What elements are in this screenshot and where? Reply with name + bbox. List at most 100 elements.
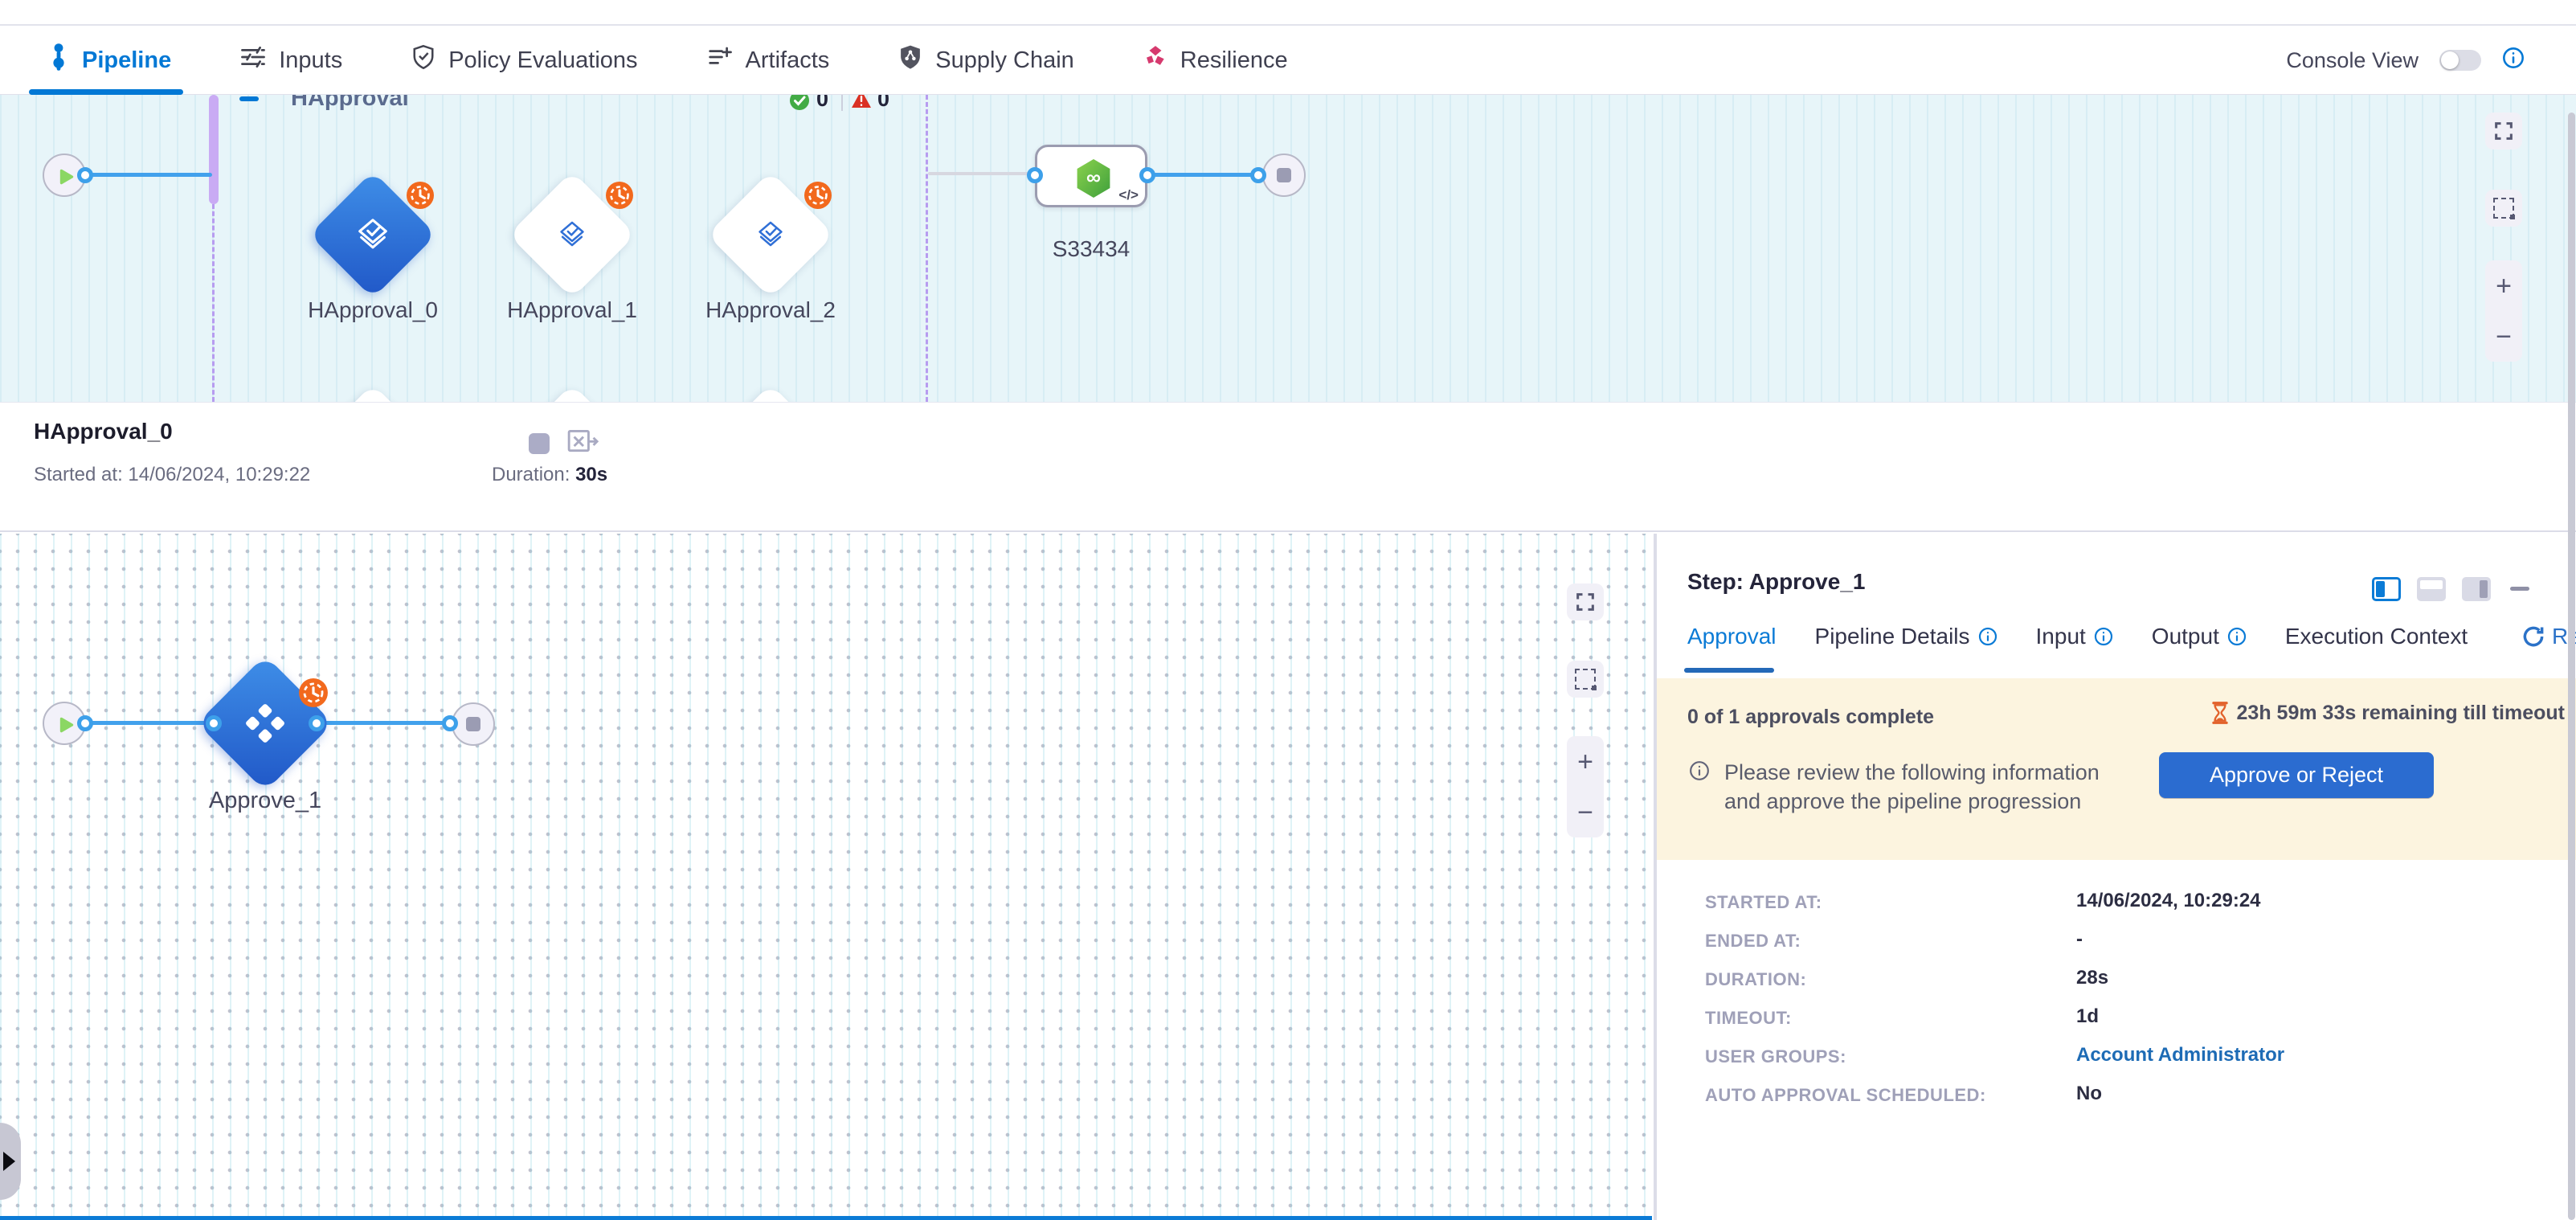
shield-nodes-icon (898, 43, 922, 77)
timeout-clock-badge (803, 181, 832, 214)
tab-approval[interactable]: Approval (1687, 624, 1777, 649)
stage-summary-strip: HApproval_0 Started at: 14/06/2024, 10:2… (0, 402, 2576, 532)
marquee-select-button[interactable] (1567, 661, 1604, 698)
expand-panel-handle[interactable] (0, 1123, 21, 1200)
port (77, 167, 93, 183)
error-count: 0 (877, 95, 889, 112)
info-icon[interactable] (2502, 47, 2525, 75)
node-clipped (509, 384, 636, 402)
status-square-icon[interactable] (529, 433, 550, 454)
top-nav-right: Console View (2286, 27, 2525, 93)
timeout-clock-badge (605, 181, 634, 214)
tab-pipeline[interactable]: Pipeline (48, 43, 171, 78)
marquee-icon (2493, 198, 2514, 219)
node-s33434[interactable]: ∞ </> (1035, 145, 1147, 207)
edge-start-to-node (85, 721, 215, 725)
port (206, 715, 222, 731)
approval-banner: 0 of 1 approvals complete 23h 59m 33s re… (1657, 678, 2576, 860)
tab-label: Resilience (1180, 47, 1288, 74)
port (1027, 167, 1043, 183)
tab-output[interactable]: Output (2152, 624, 2247, 649)
timeout-remaining: 23h 59m 33s remaining till timeout (2210, 701, 2565, 725)
chaos-icon (1143, 45, 1167, 76)
error-badge-icon (850, 95, 873, 113)
tab-input[interactable]: Input (2036, 624, 2113, 649)
fit-to-screen-button[interactable] (2485, 113, 2522, 149)
summary-title: HApproval_0 (34, 419, 173, 444)
layout-bottom-view-button[interactable] (2417, 577, 2446, 601)
console-view-label: Console View (2286, 48, 2419, 73)
port (309, 715, 325, 731)
vertical-scrollbar[interactable] (2568, 113, 2575, 1220)
step-panel-tabs: Approval Pipeline Details Input Output E… (1687, 624, 2468, 649)
tab-artifacts[interactable]: Artifacts (707, 45, 830, 76)
tab-label: Supply Chain (935, 47, 1074, 74)
info-icon (1978, 627, 1997, 646)
node-label: HApproval_2 (666, 297, 875, 323)
zoom-in-button[interactable]: + (2496, 272, 2512, 300)
open-execution-icon[interactable] (567, 428, 599, 460)
step-details-panel: Step: Approve_1 Approval Pipeline Detail… (1655, 534, 2576, 1220)
tab-label: Pipeline (82, 47, 171, 74)
zoom-out-button[interactable]: − (2496, 323, 2512, 350)
port (1139, 167, 1155, 183)
marquee-select-button[interactable] (2485, 190, 2522, 227)
duration-value: 30s (575, 464, 607, 485)
shell-script-icon: ∞ (1074, 157, 1113, 200)
layout-right-view-button[interactable] (2372, 577, 2401, 601)
stage-left-bar (209, 95, 219, 204)
started-value: 14/06/2024, 10:29:22 (128, 464, 310, 485)
step-graph-canvas[interactable]: Approve_1 + − (0, 534, 1655, 1220)
code-icon: </> (1118, 187, 1139, 203)
tab-pipeline-details[interactable]: Pipeline Details (1815, 624, 1997, 649)
tab-label: Inputs (279, 47, 342, 74)
tab-label: Policy Evaluations (448, 47, 637, 74)
fit-to-screen-button[interactable] (1567, 583, 1604, 620)
chevron-right-icon (3, 1152, 15, 1171)
zoom-in-button[interactable]: + (1577, 748, 1593, 776)
inputs-icon (240, 45, 266, 76)
layout-minimized-view-button[interactable] (2462, 577, 2491, 601)
minimize-panel-button[interactable] (2510, 587, 2529, 591)
end-node[interactable] (452, 702, 495, 746)
tab-label: Artifacts (746, 47, 830, 74)
node-clipped (707, 384, 834, 402)
tab-resilience[interactable]: Resilience (1143, 45, 1288, 76)
approve-or-reject-button[interactable]: Approve or Reject (2159, 752, 2434, 798)
port (442, 715, 458, 731)
stage-left-border (212, 204, 215, 402)
user-group-link[interactable]: Account Administrator (2076, 1044, 2284, 1066)
started-label: Started at: (34, 464, 123, 485)
zoom-out-button[interactable]: − (1577, 799, 1593, 826)
top-nav-bar: Pipeline Inputs Policy Evaluations Artif… (0, 0, 2576, 95)
success-count: 0 (816, 95, 828, 112)
stop-icon (466, 717, 480, 731)
active-tab-underline (1684, 668, 1774, 673)
badge-divider (841, 95, 843, 111)
success-badge-icon (789, 95, 810, 115)
play-icon (58, 715, 76, 735)
tab-inputs[interactable]: Inputs (240, 45, 342, 76)
tab-policy-evaluations[interactable]: Policy Evaluations (411, 43, 637, 77)
pipeline-icon (48, 43, 69, 78)
node-label: Approve_1 (161, 788, 370, 814)
stage-collapse-button[interactable] (239, 96, 259, 101)
node-clipped (309, 384, 436, 402)
stage-graph-canvas[interactable]: HApproval 0 0 HApproval_0 HApproval_1 HA… (0, 95, 2576, 402)
tab-execution-context[interactable]: Execution Context (2285, 624, 2468, 649)
approval-message-line1: Please review the following information (1724, 760, 2100, 785)
console-view-toggle[interactable] (2439, 50, 2481, 71)
step-panel-title: Step: Approve_1 (1687, 569, 1865, 595)
stage-right-border (926, 95, 928, 402)
timeout-clock-badge (298, 678, 329, 712)
node-label: HApproval_1 (468, 297, 677, 323)
zoom-controls: + − (1567, 736, 1604, 837)
approval-message-line2: and approve the pipeline progression (1724, 789, 2081, 814)
end-node[interactable] (1262, 154, 1306, 197)
edge-step-to-end (1147, 173, 1258, 177)
tab-supply-chain[interactable]: Supply Chain (898, 43, 1074, 77)
stage-name[interactable]: HApproval (291, 95, 409, 112)
horizontal-scrollbar[interactable] (0, 1216, 1652, 1220)
summary-duration: Duration: 30s (492, 464, 607, 486)
node-label: S33434 (987, 236, 1196, 262)
